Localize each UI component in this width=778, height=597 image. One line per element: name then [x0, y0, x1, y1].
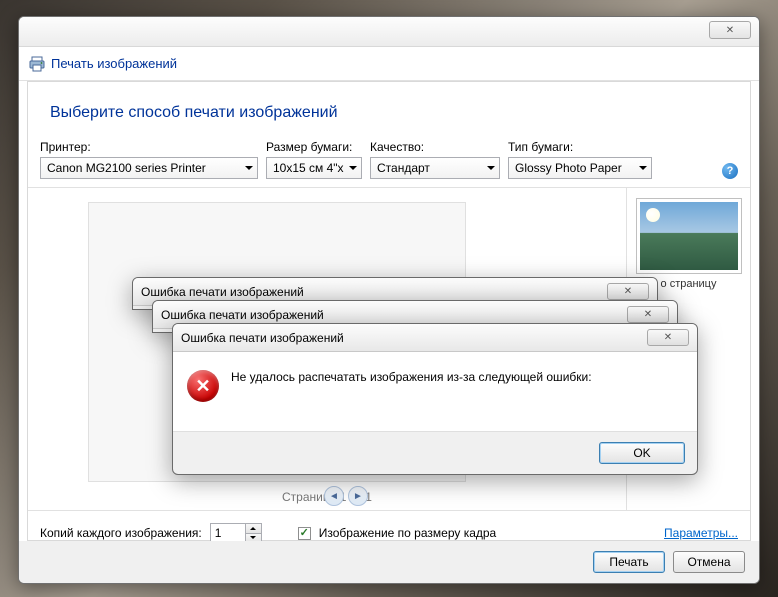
- copies-label: Копий каждого изображения:: [40, 526, 202, 540]
- error-close-button[interactable]: ✕: [607, 283, 649, 300]
- error-ok-button[interactable]: OK: [599, 442, 685, 464]
- cancel-button[interactable]: Отмена: [673, 551, 745, 573]
- fit-frame-checkbox[interactable]: [298, 527, 311, 540]
- wizard-heading: Выберите способ печати изображений: [28, 82, 750, 140]
- error-message: Не удалось распечатать изображения из-за…: [231, 370, 592, 384]
- help-icon[interactable]: ?: [722, 163, 738, 179]
- fit-frame-label: Изображение по размеру кадра: [319, 526, 496, 540]
- printer-icon: [29, 56, 45, 72]
- error-dialog-body: Не удалось распечатать изображения из-за…: [173, 352, 697, 432]
- paper-size-value: 10x15 см 4"x: [273, 161, 344, 175]
- print-button[interactable]: Печать: [593, 551, 665, 573]
- error-dialog-title: Ошибка печати изображений: [181, 331, 344, 345]
- layout-thumbnail[interactable]: [636, 198, 742, 274]
- copies-value: 1: [215, 526, 222, 540]
- window-header: Печать изображений: [19, 47, 759, 81]
- error-icon: [187, 370, 219, 402]
- prev-page-button[interactable]: ◄: [324, 486, 344, 506]
- quality-select[interactable]: Стандарт: [370, 157, 500, 179]
- print-options-row: Принтер: Canon MG2100 series Printer Раз…: [28, 140, 750, 188]
- chevron-down-icon: [349, 166, 357, 170]
- error-close-button[interactable]: ✕: [627, 306, 669, 323]
- paper-type-value: Glossy Photo Paper: [515, 161, 622, 175]
- chevron-down-icon: [245, 166, 253, 170]
- paper-type-select[interactable]: Glossy Photo Paper: [508, 157, 652, 179]
- chevron-down-icon: [487, 166, 495, 170]
- window-titlebar: ✕: [19, 17, 759, 47]
- next-page-button[interactable]: ►: [348, 486, 368, 506]
- printer-label: Принтер:: [40, 140, 258, 154]
- quality-label: Качество:: [370, 140, 500, 154]
- quality-value: Стандарт: [377, 161, 430, 175]
- paper-type-label: Тип бумаги:: [508, 140, 652, 154]
- error-dialog-titlebar: Ошибка печати изображений ✕: [173, 324, 697, 352]
- error-dialog: Ошибка печати изображений ✕ Не удалось р…: [172, 323, 698, 475]
- printer-select[interactable]: Canon MG2100 series Printer: [40, 157, 258, 179]
- error-close-button[interactable]: ✕: [647, 329, 689, 346]
- copies-up-button[interactable]: [245, 524, 261, 533]
- copies-stepper[interactable]: 1: [210, 523, 262, 543]
- preview-nav: ◄ ►: [324, 486, 368, 506]
- printer-value: Canon MG2100 series Printer: [47, 161, 206, 175]
- chevron-down-icon: [639, 166, 647, 170]
- parameters-link[interactable]: Параметры...: [664, 526, 738, 540]
- window-title: Печать изображений: [51, 56, 177, 71]
- paper-size-select[interactable]: 10x15 см 4"x: [266, 157, 362, 179]
- wizard-footer: Печать Отмена: [19, 541, 759, 583]
- error-dialog-title: Ошибка печати изображений: [141, 285, 304, 299]
- landscape-thumb-icon: [640, 202, 738, 270]
- paper-size-label: Размер бумаги:: [266, 140, 362, 154]
- window-close-button[interactable]: ✕: [709, 21, 751, 39]
- error-dialog-footer: OK: [173, 432, 697, 474]
- error-dialog-title: Ошибка печати изображений: [161, 308, 324, 322]
